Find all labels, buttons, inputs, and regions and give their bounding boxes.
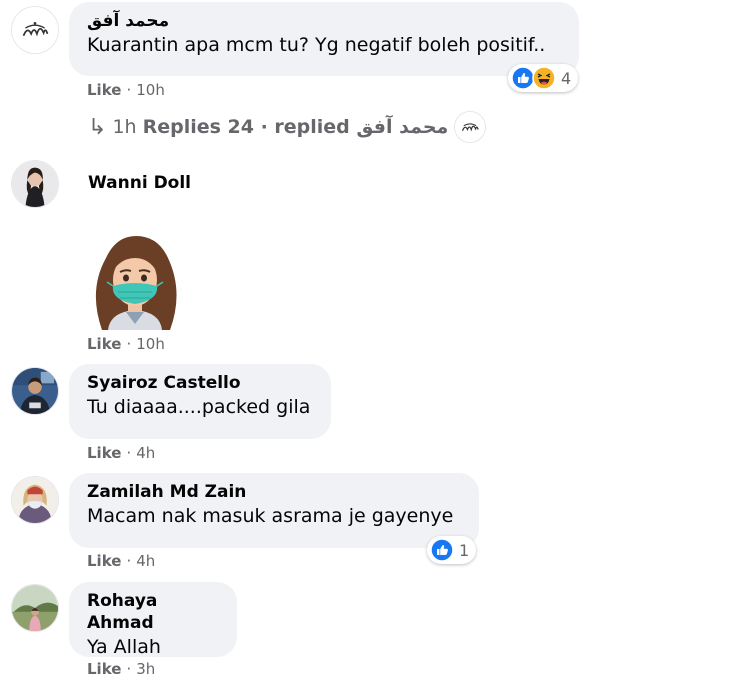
replies-time: 1h (112, 116, 137, 138)
woman-avatar[interactable] (11, 160, 59, 208)
man-avatar[interactable] (11, 367, 59, 415)
comment-author[interactable]: Zamilah Md Zain (87, 481, 461, 503)
comment-author[interactable]: Syairoz Castello (87, 372, 313, 394)
comment-meta: Like · 4h (87, 444, 155, 462)
calligraphy-avatar (454, 111, 487, 143)
comment-bubble: محمد آفق Kuarantin apa mcm tu? Yg negati… (69, 2, 579, 76)
reaction-count: 1 (459, 540, 470, 560)
reply-arrow-icon: ↳ (88, 114, 107, 140)
like-button[interactable]: Like (87, 660, 121, 678)
like-button[interactable]: Like (87, 552, 121, 570)
reaction-count: 4 (561, 68, 572, 88)
separator-dot: · (126, 81, 132, 99)
reaction-summary[interactable]: 4 (508, 64, 579, 92)
view-replies-link[interactable]: ↳ 1h Replies 24 · replied محمد آفق (88, 111, 487, 143)
comment-meta: Like · 3h (87, 660, 155, 678)
reaction-summary[interactable]: 1 (427, 536, 477, 564)
like-reaction-icon (430, 538, 454, 562)
like-button[interactable]: Like (87, 81, 121, 99)
comment-text: Macam nak masuk asrama je gayenye (87, 505, 454, 527)
separator-dot: · (126, 335, 132, 353)
like-button[interactable]: Like (87, 444, 121, 462)
comment-meta: Like · 10h (87, 335, 165, 353)
replies-label: Replies 24 · replied محمد آفق (142, 116, 449, 138)
masked-woman-avatar[interactable] (11, 476, 59, 524)
haha-reaction-icon (532, 66, 556, 90)
comment-time[interactable]: 10h (136, 335, 165, 353)
comment-time[interactable]: 4h (136, 552, 155, 570)
comment-text: Ya Allah (87, 636, 161, 658)
comment-time[interactable]: 4h (136, 444, 155, 462)
calligraphy-avatar[interactable] (11, 6, 59, 54)
comment-text: Kuarantin apa mcm tu? Yg negatif boleh p… (87, 34, 546, 56)
comment-author[interactable]: Rohaya Ahmad (87, 590, 219, 634)
comment-time[interactable]: 10h (136, 81, 165, 99)
separator-dot: · (126, 444, 132, 462)
outdoor-avatar[interactable] (11, 584, 59, 632)
comment-meta: Like · 10h (87, 81, 165, 99)
comment-time[interactable]: 3h (136, 660, 155, 678)
comment-bubble: Rohaya Ahmad Ya Allah (69, 582, 237, 658)
comment-bubble: Zamilah Md Zain Macam nak masuk asrama j… (69, 473, 479, 548)
girl-with-mask-sticker (80, 228, 190, 330)
comment-meta: Like · 4h (87, 552, 155, 570)
separator-dot: · (126, 660, 132, 678)
comment-author[interactable]: محمد آفق (87, 10, 561, 32)
comment-text: Tu diaaaa....packed gila (87, 396, 311, 418)
comment-bubble: Syairoz Castello Tu diaaaa....packed gil… (69, 364, 331, 439)
comment-author[interactable]: Wanni Doll (88, 172, 191, 194)
separator-dot: · (126, 552, 132, 570)
like-button[interactable]: Like (87, 335, 121, 353)
